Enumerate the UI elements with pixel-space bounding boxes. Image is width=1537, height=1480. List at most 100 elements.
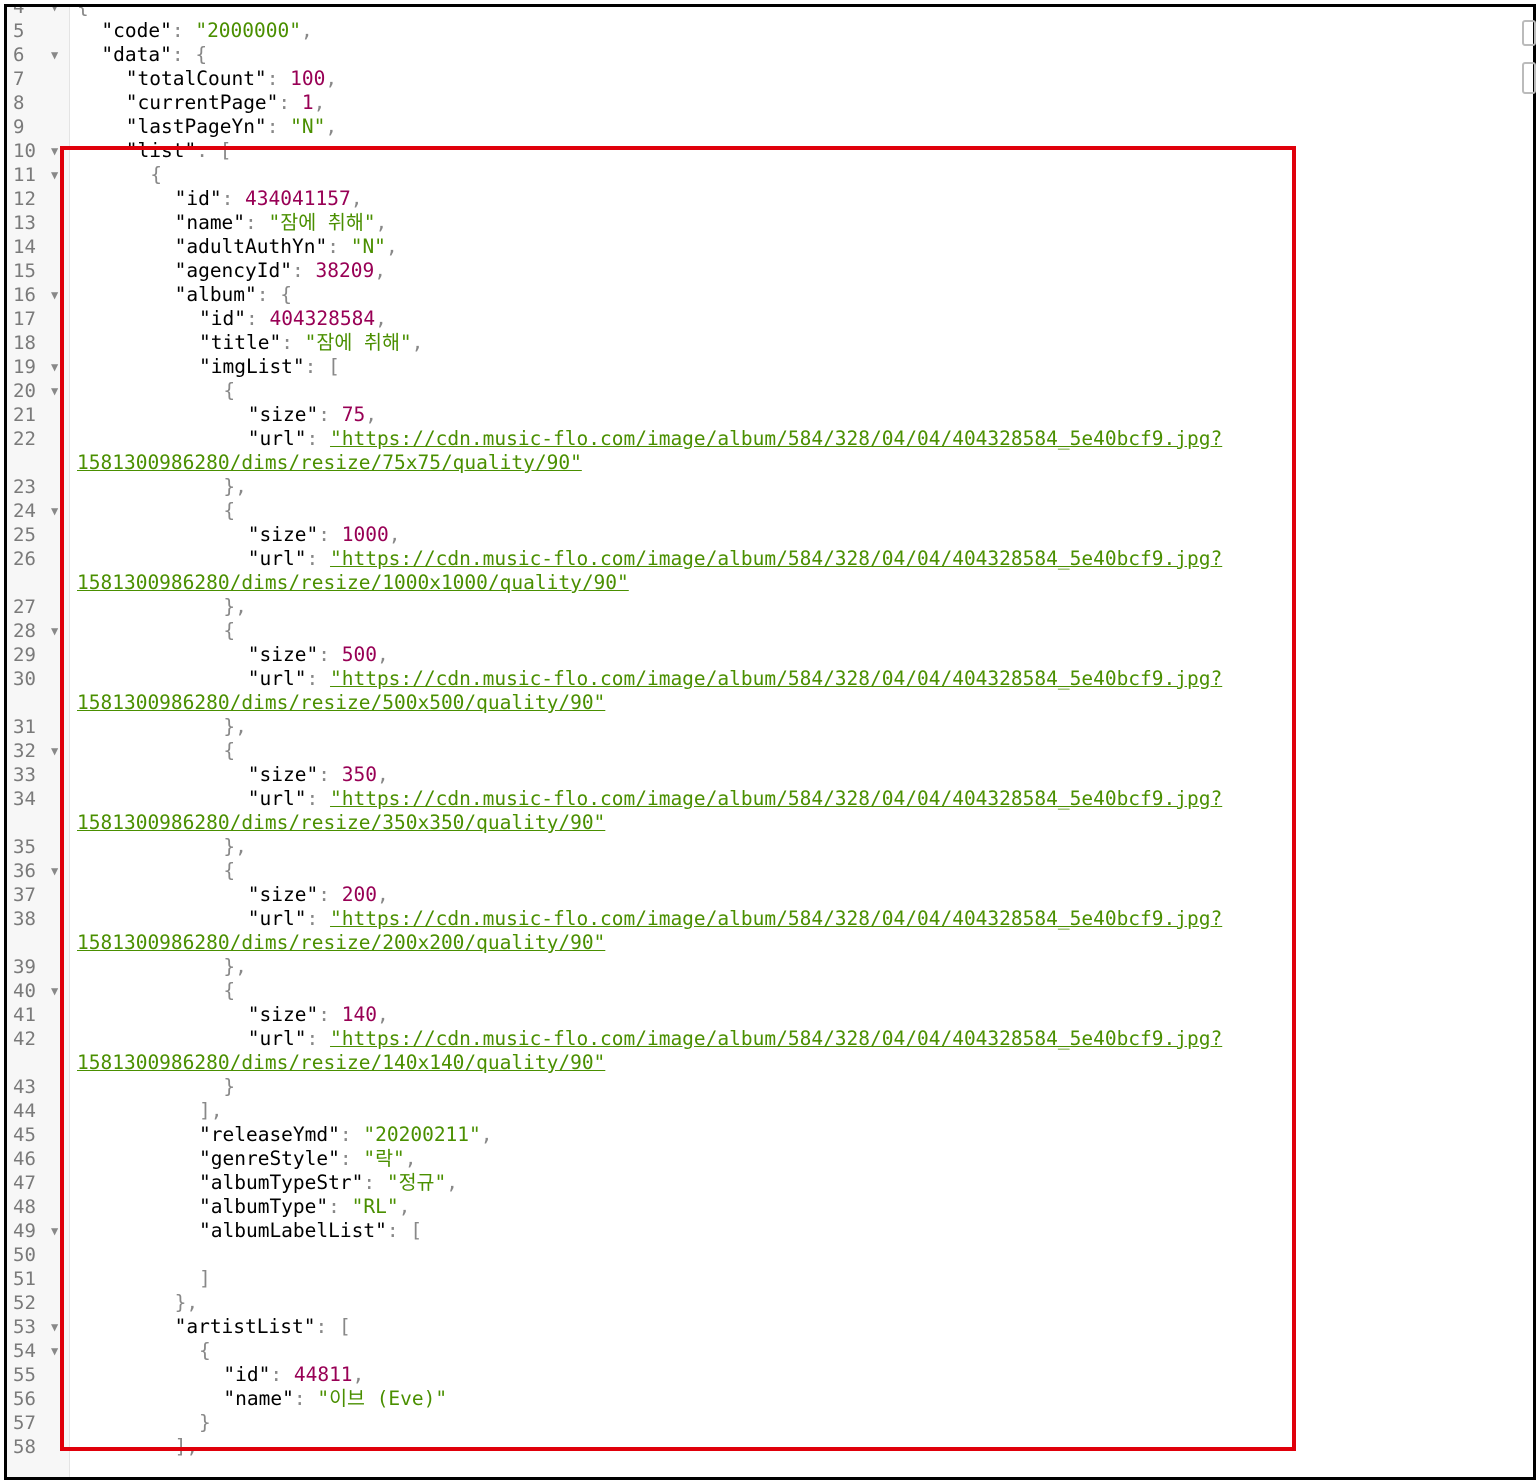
highlight-box [60, 146, 1296, 1451]
code-text: "totalCount": 100, [126, 67, 337, 91]
line-number: 11 [13, 164, 36, 186]
code-text: "lastPageYn": "N", [126, 115, 337, 139]
line-number: 48 [13, 1196, 36, 1218]
json-number: 100 [290, 67, 326, 90]
line-number: 35 [13, 836, 36, 858]
json-punctuation: { [77, 4, 89, 18]
code-line: 4 ▼ { [7, 4, 1533, 19]
line-number: 51 [13, 1268, 36, 1290]
json-punctuation: : [266, 67, 291, 90]
line-number: 53 [13, 1316, 36, 1338]
json-punctuation: : [266, 115, 291, 138]
line-number: 47 [13, 1172, 36, 1194]
line-number: 13 [13, 212, 36, 234]
line-number: 33 [13, 764, 36, 786]
line-number: 34 [13, 788, 36, 810]
line-number: 20 [13, 380, 36, 402]
line-number: 56 [13, 1388, 36, 1410]
line-number: 39 [13, 956, 36, 978]
line-number: 23 [13, 476, 36, 498]
fold-toggle-icon[interactable]: ▼ [51, 1339, 58, 1363]
fold-toggle-icon[interactable]: ▼ [51, 163, 58, 187]
fold-toggle-icon[interactable]: ▼ [51, 7, 58, 19]
json-key: "currentPage" [125, 91, 279, 114]
line-number: 46 [13, 1148, 36, 1170]
line-number: 8 [13, 92, 25, 114]
line-number: 16 [13, 284, 36, 306]
line-number: 29 [13, 644, 36, 666]
json-key: "totalCount" [125, 67, 267, 90]
line-number: 19 [13, 356, 36, 378]
line-number: 36 [13, 860, 36, 882]
fold-toggle-icon[interactable]: ▼ [51, 979, 58, 1003]
line-number: 4 [13, 4, 25, 18]
line-number: 24 [13, 500, 36, 522]
fold-toggle-icon[interactable]: ▼ [51, 355, 58, 379]
json-string: "2000000" [195, 19, 301, 42]
line-number: 17 [13, 308, 36, 330]
line-number: 7 [13, 68, 25, 90]
line-number: 25 [13, 524, 36, 546]
code-text: { [77, 4, 89, 19]
line-number: 15 [13, 260, 36, 282]
line-number: 28 [13, 620, 36, 642]
line-number: 26 [13, 548, 36, 570]
fold-toggle-icon[interactable]: ▼ [51, 283, 58, 307]
fold-toggle-icon[interactable]: ▼ [51, 139, 58, 163]
line-number: 57 [13, 1412, 36, 1434]
line-number: 27 [13, 596, 36, 618]
fold-toggle-icon[interactable]: ▼ [51, 43, 58, 67]
line-number: 42 [13, 1028, 36, 1050]
line-number: 43 [13, 1076, 36, 1098]
line-number: 31 [13, 716, 36, 738]
json-punctuation: , [325, 115, 338, 138]
fold-toggle-icon[interactable]: ▼ [51, 499, 58, 523]
line-number: 10 [13, 140, 36, 162]
line-number: 49 [13, 1220, 36, 1242]
json-punctuation: , [325, 67, 338, 90]
json-punctuation: : [278, 91, 302, 114]
line-number: 55 [13, 1364, 36, 1386]
code-line: 7 "totalCount": 100, [7, 67, 1533, 91]
fold-toggle-icon[interactable]: ▼ [51, 1219, 58, 1243]
scrollbar-handle-icon[interactable] [1522, 20, 1536, 46]
line-number: 21 [13, 404, 36, 426]
fold-toggle-icon[interactable]: ▼ [51, 1315, 58, 1339]
line-number: 45 [13, 1124, 36, 1146]
line-number: 18 [13, 332, 36, 354]
line-number: 40 [13, 980, 36, 1002]
code-line: 5 "code": "2000000", [7, 19, 1533, 43]
code-line: 9 "lastPageYn": "N", [7, 115, 1533, 139]
line-number: 32 [13, 740, 36, 762]
fold-toggle-icon[interactable]: ▼ [51, 859, 58, 883]
line-number: 6 [13, 44, 25, 66]
json-key: "code" [101, 19, 172, 42]
line-number: 38 [13, 908, 36, 930]
code-text: "code": "2000000", [101, 19, 312, 43]
fold-toggle-icon[interactable]: ▼ [51, 739, 58, 763]
json-key: "lastPageYn" [125, 115, 267, 138]
scrollbar-track-icon[interactable] [1522, 62, 1536, 94]
line-number: 54 [13, 1340, 36, 1362]
line-number: 5 [13, 20, 25, 42]
line-number: 30 [13, 668, 36, 690]
code-line: 6 ▼ "data": { [7, 43, 1533, 67]
json-punctuation: : [171, 19, 196, 42]
line-number: 22 [13, 428, 36, 450]
fold-toggle-icon[interactable]: ▼ [51, 379, 58, 403]
json-string: "N" [290, 115, 326, 138]
code-line: 8 "currentPage": 1, [7, 91, 1533, 115]
line-number: 14 [13, 236, 36, 258]
code-text: "data": { [101, 43, 207, 67]
line-number: 37 [13, 884, 36, 906]
line-number: 44 [13, 1100, 36, 1122]
json-punctuation: , [301, 19, 313, 42]
json-punctuation: : { [171, 43, 208, 66]
line-number: 50 [13, 1244, 36, 1266]
line-number: 58 [13, 1436, 36, 1458]
json-number: 1 [301, 91, 314, 114]
code-text: "currentPage": 1, [126, 91, 326, 115]
line-number: 52 [13, 1292, 36, 1314]
line-number: 9 [13, 116, 25, 138]
fold-toggle-icon[interactable]: ▼ [51, 619, 58, 643]
